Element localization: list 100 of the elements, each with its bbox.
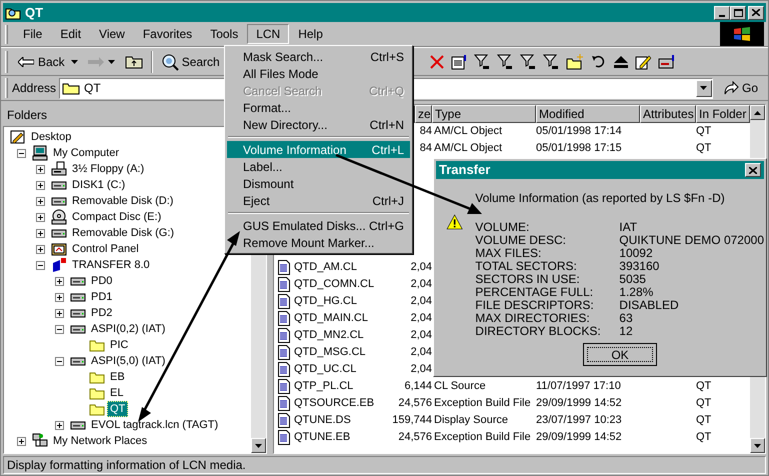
file-name[interactable]: QTUNE.EB: [294, 429, 350, 446]
expand-icon[interactable]: [36, 244, 45, 254]
column-header[interactable]: Attributes: [640, 105, 696, 123]
filter-icon[interactable]: [496, 54, 513, 70]
expand-icon[interactable]: [55, 292, 64, 302]
file-name[interactable]: QTUNE.DS: [294, 412, 351, 429]
menu-item[interactable]: Format...: [227, 99, 410, 116]
close-button[interactable]: [748, 6, 764, 20]
expand-icon[interactable]: [36, 164, 45, 174]
menu-item[interactable]: Favorites: [134, 24, 202, 44]
menu-item[interactable]: Edit: [51, 24, 90, 44]
go-button[interactable]: Go: [722, 79, 758, 97]
tree-item[interactable]: Desktop: [28, 129, 74, 145]
file-name[interactable]: QTD_UC.CL: [294, 361, 356, 378]
scroll-down-button[interactable]: [251, 438, 266, 453]
filter-icon[interactable]: [520, 54, 536, 70]
dropdown-button[interactable]: [696, 80, 712, 96]
eject-icon[interactable]: [614, 56, 628, 68]
scroll-down-button[interactable]: [750, 438, 765, 453]
delete-icon[interactable]: [430, 54, 444, 68]
tree-item[interactable]: Removable Disk (G:): [69, 225, 178, 241]
expand-icon[interactable]: [55, 276, 64, 286]
tree-item[interactable]: Compact Disc (E:): [69, 209, 164, 225]
tree-item[interactable]: PD1: [88, 289, 116, 305]
file-name[interactable]: QTD_HG.CL: [294, 293, 357, 310]
expand-icon[interactable]: [17, 436, 26, 446]
menu-item[interactable]: Tools: [201, 24, 248, 44]
expand-icon[interactable]: [36, 212, 45, 222]
tree-item[interactable]: 3½ Floppy (A:): [69, 161, 148, 177]
menu-item[interactable]: View: [90, 24, 134, 44]
back-button[interactable]: Back: [16, 50, 67, 72]
drive-icon[interactable]: [658, 54, 676, 70]
file-name[interactable]: QTD_MSG.CL: [294, 344, 366, 361]
tree-item[interactable]: DISK1 (C:): [69, 177, 128, 193]
file-name[interactable]: QTD_MAIN.CL: [294, 310, 368, 327]
expand-icon[interactable]: [55, 420, 64, 430]
edit-icon[interactable]: [634, 54, 651, 70]
tree-item[interactable]: Removable Disk (D:): [69, 193, 176, 209]
search-button[interactable]: Search: [160, 50, 220, 72]
file-size: 2,04: [410, 261, 432, 274]
file-modified: 05/01/1998 17:15: [536, 142, 622, 154]
field-label: MAX FILES:: [475, 247, 542, 260]
menu-item[interactable]: LCN: [247, 24, 290, 44]
tree-item[interactable]: PIC: [107, 337, 132, 353]
column-header[interactable]: ze: [415, 105, 432, 123]
menu-item[interactable]: Help: [289, 24, 332, 44]
new-folder-icon[interactable]: [566, 54, 584, 70]
tree-item[interactable]: PD2: [88, 305, 116, 321]
menu-item[interactable]: GUS Emulated Disks... Ctrl+G: [227, 217, 410, 234]
tree-item[interactable]: EL: [107, 385, 126, 401]
close-button[interactable]: [745, 163, 761, 177]
file-name[interactable]: QTD_COMN.CL: [294, 276, 374, 293]
properties-icon[interactable]: [450, 54, 467, 70]
scroll-up-button[interactable]: [750, 105, 765, 120]
expand-icon[interactable]: [55, 308, 64, 318]
file-name[interactable]: QTSOURCE.EB: [294, 395, 374, 412]
file-size: 84: [420, 142, 432, 154]
file-name[interactable]: QTD_MN2.CL: [294, 327, 364, 344]
tree-item[interactable]: QT: [107, 401, 128, 417]
collapse-icon[interactable]: [36, 260, 45, 270]
tree-item[interactable]: EVOL tagtrack.lcn (TAGT): [88, 417, 222, 433]
menu-item[interactable]: Label...: [227, 158, 410, 175]
minimize-button[interactable]: [714, 6, 730, 20]
field-value: QUIKTUNE DEMO 072000: [619, 234, 764, 247]
column-header[interactable]: In Folder: [696, 105, 750, 123]
menu-item[interactable]: File: [14, 24, 52, 44]
menu-item[interactable]: Dismount: [227, 175, 410, 192]
menu-item[interactable]: Eject Ctrl+J: [227, 192, 410, 209]
filter-icon[interactable]: [542, 54, 559, 70]
menu-item[interactable]: New Directory... Ctrl+N: [227, 116, 410, 133]
ok-button[interactable]: OK: [583, 343, 657, 366]
tree-item[interactable]: Control Panel: [69, 241, 142, 257]
file-name[interactable]: QTP_PL.CL: [294, 378, 354, 395]
menu-item[interactable]: Volume Information Ctrl+L: [227, 141, 410, 158]
filter-icon[interactable]: [474, 54, 490, 70]
column-header[interactable]: Type: [432, 105, 536, 123]
menu-item[interactable]: Mask Search... Ctrl+S: [227, 48, 410, 65]
expand-icon[interactable]: [36, 180, 45, 190]
tree-item[interactable]: PD0: [88, 273, 116, 289]
tree-item[interactable]: ASPI(0,2) (IAT): [88, 321, 168, 337]
file-size: 2,04: [410, 278, 432, 290]
undo-arrow-icon[interactable]: [590, 54, 607, 70]
expand-icon[interactable]: [36, 196, 45, 206]
collapse-icon[interactable]: [55, 356, 64, 366]
file-name[interactable]: QTD_AM.CL: [294, 259, 357, 276]
tree-item[interactable]: ASPI(5,0) (IAT): [88, 353, 168, 369]
document-icon: [278, 277, 290, 292]
collapse-icon[interactable]: [55, 324, 64, 334]
field-label: VOLUME DESC:: [475, 234, 567, 247]
tree-item[interactable]: My Computer: [50, 145, 122, 161]
field-value: 393160: [619, 260, 660, 273]
menu-item[interactable]: Remove Mount Marker...: [227, 234, 410, 251]
maximize-button[interactable]: [730, 6, 746, 20]
collapse-icon[interactable]: [17, 148, 26, 158]
expand-icon[interactable]: [36, 228, 45, 238]
column-header[interactable]: Modified: [536, 105, 640, 123]
tree-item[interactable]: EB: [107, 369, 128, 385]
tree-item[interactable]: My Network Places: [50, 433, 150, 449]
tree-item[interactable]: TRANSFER 8.0: [69, 257, 153, 273]
up-folder-icon[interactable]: [124, 54, 143, 69]
